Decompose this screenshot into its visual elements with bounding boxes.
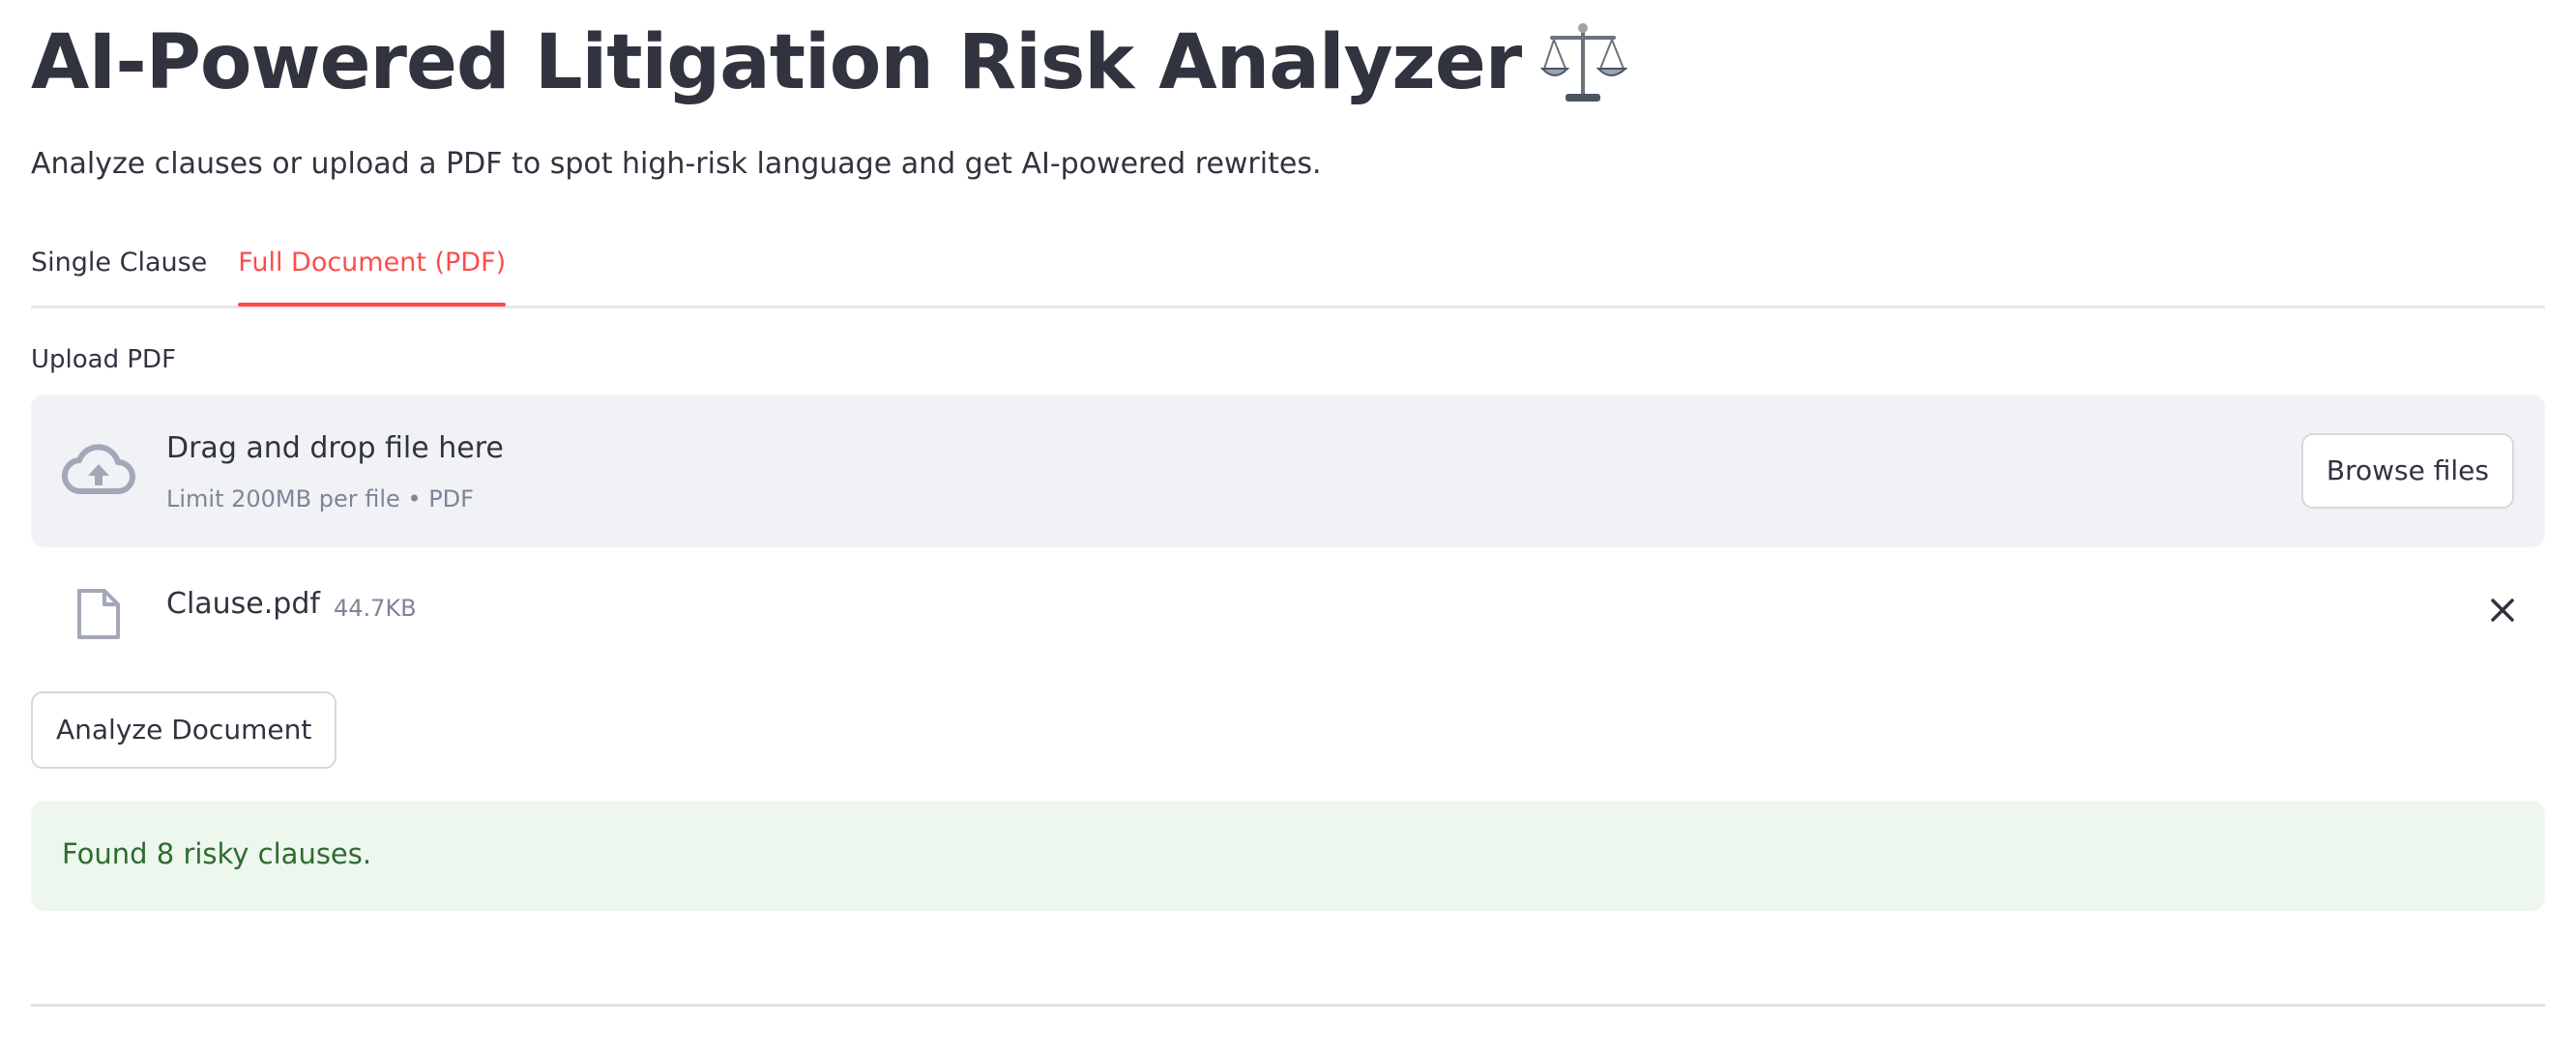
close-icon[interactable] [2485, 593, 2520, 628]
dropzone-title: Drag and drop file here [166, 431, 504, 465]
tab-single-clause[interactable]: Single Clause [31, 234, 207, 303]
browse-files-button[interactable]: Browse files [2300, 433, 2514, 509]
file-dropzone[interactable]: Drag and drop file here Limit 200MB per … [31, 395, 2545, 547]
tab-full-document[interactable]: Full Document (PDF) [238, 234, 506, 307]
analyze-document-button[interactable]: Analyze Document [31, 691, 337, 769]
cloud-upload-icon [62, 444, 135, 495]
file-size: 44.7KB [334, 595, 417, 622]
divider [31, 1004, 2545, 1007]
dropzone-limit: Limit 200MB per file • PDF [166, 485, 474, 512]
tab-bar: Single Clause Full Document (PDF) [31, 234, 2545, 308]
success-message: Found 8 risky clauses. [62, 837, 372, 870]
page-subtitle: Analyze clauses or upload a PDF to spot … [31, 147, 1322, 181]
upload-label: Upload PDF [31, 345, 177, 374]
balance-scale-icon [1539, 23, 1628, 102]
success-alert: Found 8 risky clauses. [31, 801, 2545, 911]
file-name: Clause.pdf [166, 587, 320, 621]
uploaded-file-row: Clause.pdf 44.7KB [31, 566, 2545, 653]
main-content: AI-Powered Litigation Risk Analyzer Anal… [31, 0, 2545, 1054]
page-header: AI-Powered Litigation Risk Analyzer [31, 10, 1628, 116]
page-title: AI-Powered Litigation Risk Analyzer [31, 19, 1522, 106]
file-icon [77, 589, 120, 639]
